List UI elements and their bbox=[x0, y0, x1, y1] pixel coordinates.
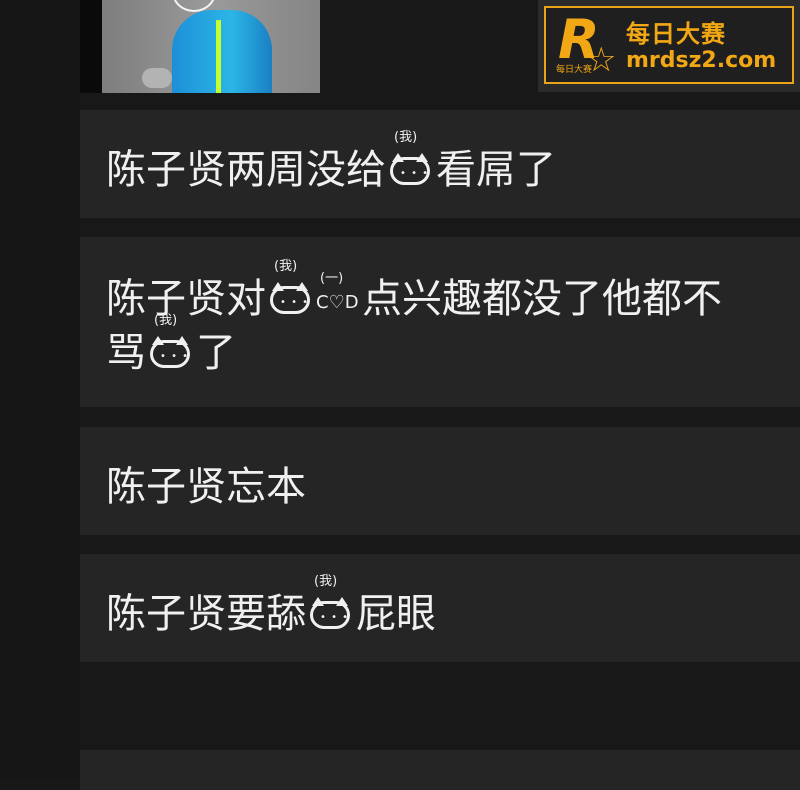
logo-title: 每日大赛 bbox=[626, 20, 726, 48]
message-line: 陈子贤对 (我) • • • (一) C♡D点兴趣都没了他都不 bbox=[106, 260, 800, 322]
photo-leg bbox=[172, 10, 272, 93]
kitty-dots: • • • bbox=[400, 168, 430, 179]
message-line: 骂 (我) • • • 了 bbox=[106, 314, 800, 376]
message-text: 陈子贤要舔 bbox=[106, 591, 306, 637]
watermark-logo: R ☆ 每日大赛 每日大赛 mrdsz2.com bbox=[538, 0, 800, 92]
message-item[interactable]: 陈子贤两周没给 (我) • • • 看屌了 bbox=[80, 110, 800, 218]
emoji-tag: (我) bbox=[314, 574, 338, 589]
logo-small-text: 每日大赛 bbox=[556, 65, 593, 75]
emoji-tag: (我) bbox=[154, 313, 178, 328]
message-photo[interactable] bbox=[80, 0, 320, 93]
logo-domain: mrdsz2.com bbox=[626, 48, 777, 73]
message-text: 看屌了 bbox=[436, 147, 556, 193]
hello-kitty-emoji: (我) • • • bbox=[148, 314, 194, 370]
message-text: 陈子贤两周没给 bbox=[106, 147, 386, 193]
message-text: 点兴趣都没了他都不 bbox=[362, 276, 722, 322]
message-line: 陈子贤要舔 (我) • • • 屁眼 bbox=[106, 575, 800, 637]
message-line: 陈子贤两周没给 (我) • • • 看屌了 bbox=[106, 131, 800, 193]
message-text: 了 bbox=[196, 330, 236, 376]
message-text: 陈子贤忘本 bbox=[106, 464, 306, 510]
logo-badge: R ☆ 每日大赛 bbox=[556, 8, 618, 80]
heart-glyph: C♡D bbox=[316, 292, 359, 313]
message-item[interactable]: 陈子贤忘本 bbox=[80, 427, 800, 535]
hello-kitty-emoji: (我) • • • bbox=[388, 131, 434, 187]
photo-shoe bbox=[142, 68, 172, 88]
kitty-dots: • • • bbox=[160, 351, 190, 362]
hello-kitty-emoji: (我) • • • bbox=[268, 260, 314, 316]
message-text: 屁眼 bbox=[356, 591, 436, 637]
message-line: 陈子贤忘本 bbox=[106, 467, 800, 507]
photo-border bbox=[80, 0, 102, 93]
logo-frame: R ☆ 每日大赛 每日大赛 mrdsz2.com bbox=[544, 6, 794, 84]
hello-kitty-emoji: (我) • • • bbox=[308, 575, 354, 631]
emoji-tag: (一) bbox=[320, 271, 344, 286]
left-gutter bbox=[0, 0, 80, 780]
message-item[interactable]: 陈子贤对 (我) • • • (一) C♡D点兴趣都没了他都不 骂 (我) • • • 了 bbox=[80, 237, 800, 407]
photo-stripe bbox=[216, 20, 221, 93]
message-item[interactable] bbox=[80, 750, 800, 790]
heart-emoji: (一) C♡D bbox=[316, 272, 360, 313]
kitty-dots: • • • bbox=[320, 612, 350, 623]
emoji-tag: (我) bbox=[394, 130, 418, 145]
message-text: 陈子贤对 bbox=[106, 276, 266, 322]
message-text: 骂 bbox=[106, 330, 146, 376]
kitty-dots: • • • bbox=[280, 297, 310, 308]
emoji-tag: (我) bbox=[274, 259, 298, 274]
message-item[interactable]: 陈子贤要舔 (我) • • • 屁眼 bbox=[80, 554, 800, 662]
